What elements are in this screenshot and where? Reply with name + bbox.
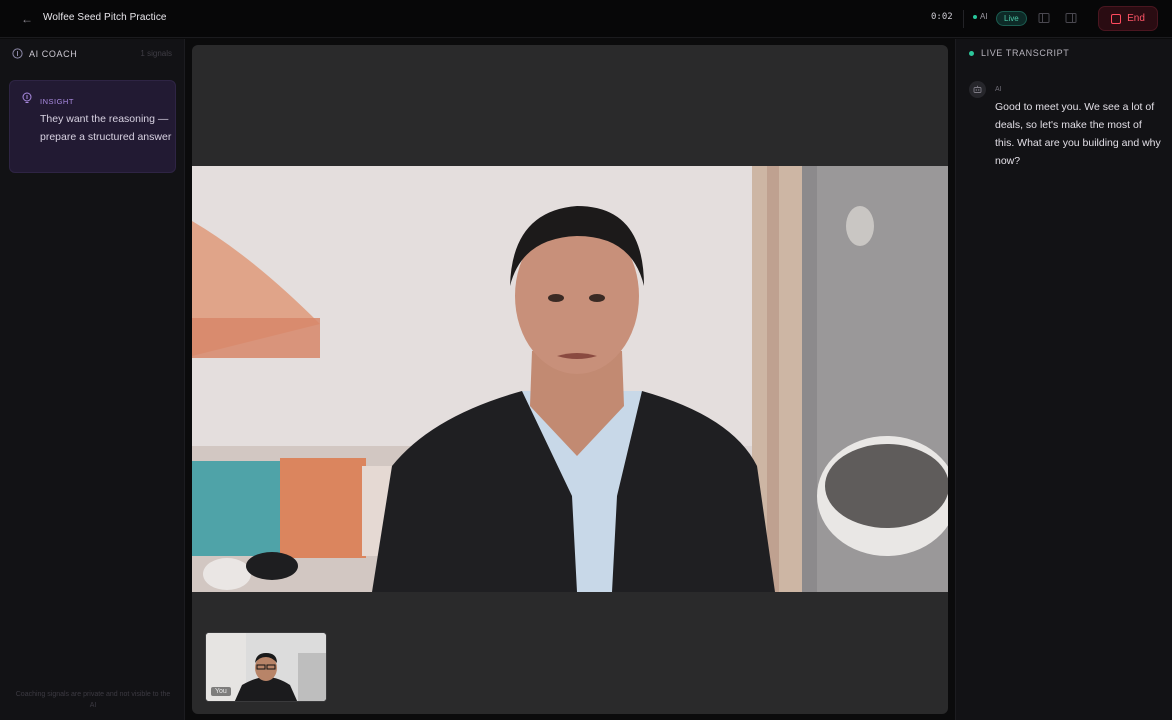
self-view-label: You: [211, 687, 231, 696]
ai-coach-panel: AI COACH 1 signals INSIGHT They want the…: [0, 39, 185, 720]
lightbulb-icon: [22, 92, 32, 103]
remote-video: [192, 166, 948, 592]
coach-header: AI COACH: [12, 48, 77, 59]
info-circle-icon: [12, 48, 23, 59]
ai-status: AI: [973, 12, 988, 21]
live-dot-icon: [969, 50, 974, 56]
transcript-heading: LIVE TRANSCRIPT: [981, 48, 1070, 58]
interviewer-video-feed: [192, 166, 948, 592]
live-transcript-panel: LIVE TRANSCRIPT AI Good to meet you. We …: [955, 39, 1172, 720]
insight-text: They want the reasoning — prepare a stru…: [40, 113, 172, 143]
message-text: Good to meet you. We see a lot of deals,…: [995, 101, 1161, 167]
session-title: Wolfee Seed Pitch Practice: [43, 12, 167, 23]
session-timer: 0:02: [931, 12, 953, 22]
ai-status-label: AI: [980, 12, 988, 21]
transcript-header: LIVE TRANSCRIPT: [969, 48, 1069, 58]
ai-status-dot-icon: [973, 14, 977, 19]
back-arrow-icon[interactable]: ←: [18, 11, 36, 27]
self-video-tile[interactable]: You: [205, 632, 327, 702]
insight-label: INSIGHT: [40, 97, 74, 106]
coach-heading: AI COACH: [29, 48, 78, 59]
end-call-button[interactable]: End: [1098, 6, 1158, 31]
video-stage: You: [192, 45, 948, 714]
live-badge: Live: [996, 11, 1027, 26]
end-button-label: End: [1127, 13, 1145, 24]
top-bar: ← Wolfee Seed Pitch Practice 0:02 AI Liv…: [0, 0, 1172, 38]
bot-glyph-icon: [973, 85, 982, 93]
signal-count: 1 signals: [140, 49, 172, 58]
panel-right-icon[interactable]: [1065, 12, 1077, 24]
coach-privacy-note: Coaching signals are private and not vis…: [15, 691, 171, 709]
message-speaker: AI: [995, 86, 1002, 93]
insight-card: INSIGHT They want the reasoning — prepar…: [9, 80, 176, 173]
bot-icon: [969, 81, 986, 98]
stop-square-icon: [1111, 13, 1122, 24]
divider: [963, 10, 964, 28]
panel-left-icon[interactable]: [1038, 12, 1050, 24]
